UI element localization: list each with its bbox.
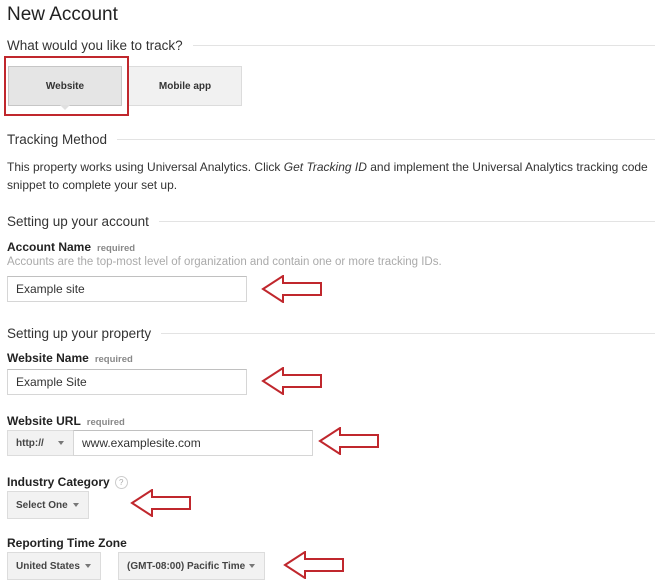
timezone-country-select[interactable]: United States	[7, 552, 101, 580]
account-name-input[interactable]: Example site	[7, 276, 247, 302]
website-name-label: Website Name required	[7, 351, 133, 365]
account-name-hint: Accounts are the top-most level of organ…	[7, 256, 442, 268]
track-mobile-app-button[interactable]: Mobile app	[128, 66, 242, 106]
section-track-heading: What would you like to track?	[7, 38, 183, 53]
section-tracking-method: Tracking Method	[7, 132, 655, 147]
highlight-box-annotation	[4, 56, 129, 116]
divider	[158, 221, 655, 222]
website-url-input[interactable]: www.examplesite.com	[73, 430, 313, 456]
section-account-heading: Setting up your account	[7, 214, 149, 229]
timezone-country-value: United States	[16, 560, 80, 572]
arrow-annotation-icon	[318, 427, 379, 455]
page-title: New Account	[7, 4, 118, 25]
url-protocol-select[interactable]: http://	[7, 430, 74, 456]
get-tracking-id-emphasis: Get Tracking ID	[283, 160, 367, 174]
arrow-annotation-icon	[130, 489, 191, 517]
chevron-down-icon	[249, 564, 255, 568]
section-tracking-method-heading: Tracking Method	[7, 132, 108, 147]
chevron-down-icon	[58, 441, 64, 445]
section-property: Setting up your property	[7, 326, 655, 341]
industry-category-label: Industry Category?	[7, 475, 128, 490]
arrow-annotation-icon	[261, 367, 322, 395]
website-name-input[interactable]: Example Site	[7, 369, 247, 395]
account-name-label: Account Name required	[7, 240, 136, 254]
timezone-select[interactable]: (GMT-08:00) Pacific Time	[118, 552, 265, 580]
section-track: What would you like to track?	[7, 38, 655, 53]
chevron-down-icon	[73, 503, 79, 507]
arrow-annotation-icon	[261, 275, 322, 303]
industry-category-select[interactable]: Select One	[7, 491, 89, 519]
chevron-down-icon	[85, 564, 91, 568]
required-tag: required	[94, 354, 133, 365]
url-protocol-value: http://	[16, 437, 44, 449]
timezone-value: (GMT-08:00) Pacific Time	[127, 560, 246, 572]
section-account: Setting up your account	[7, 214, 655, 229]
arrow-annotation-icon	[283, 551, 344, 579]
divider	[161, 333, 655, 334]
website-url-label: Website URL required	[7, 414, 125, 428]
tracking-method-description: This property works using Universal Anal…	[7, 160, 648, 192]
industry-category-value: Select One	[16, 499, 68, 511]
help-icon[interactable]: ?	[114, 476, 128, 490]
section-property-heading: Setting up your property	[7, 326, 152, 341]
divider	[117, 139, 655, 140]
divider	[192, 45, 655, 46]
required-tag: required	[86, 417, 125, 428]
reporting-time-zone-label: Reporting Time Zone	[7, 536, 127, 550]
required-tag: required	[97, 243, 136, 254]
track-mobile-app-label: Mobile app	[158, 80, 212, 92]
